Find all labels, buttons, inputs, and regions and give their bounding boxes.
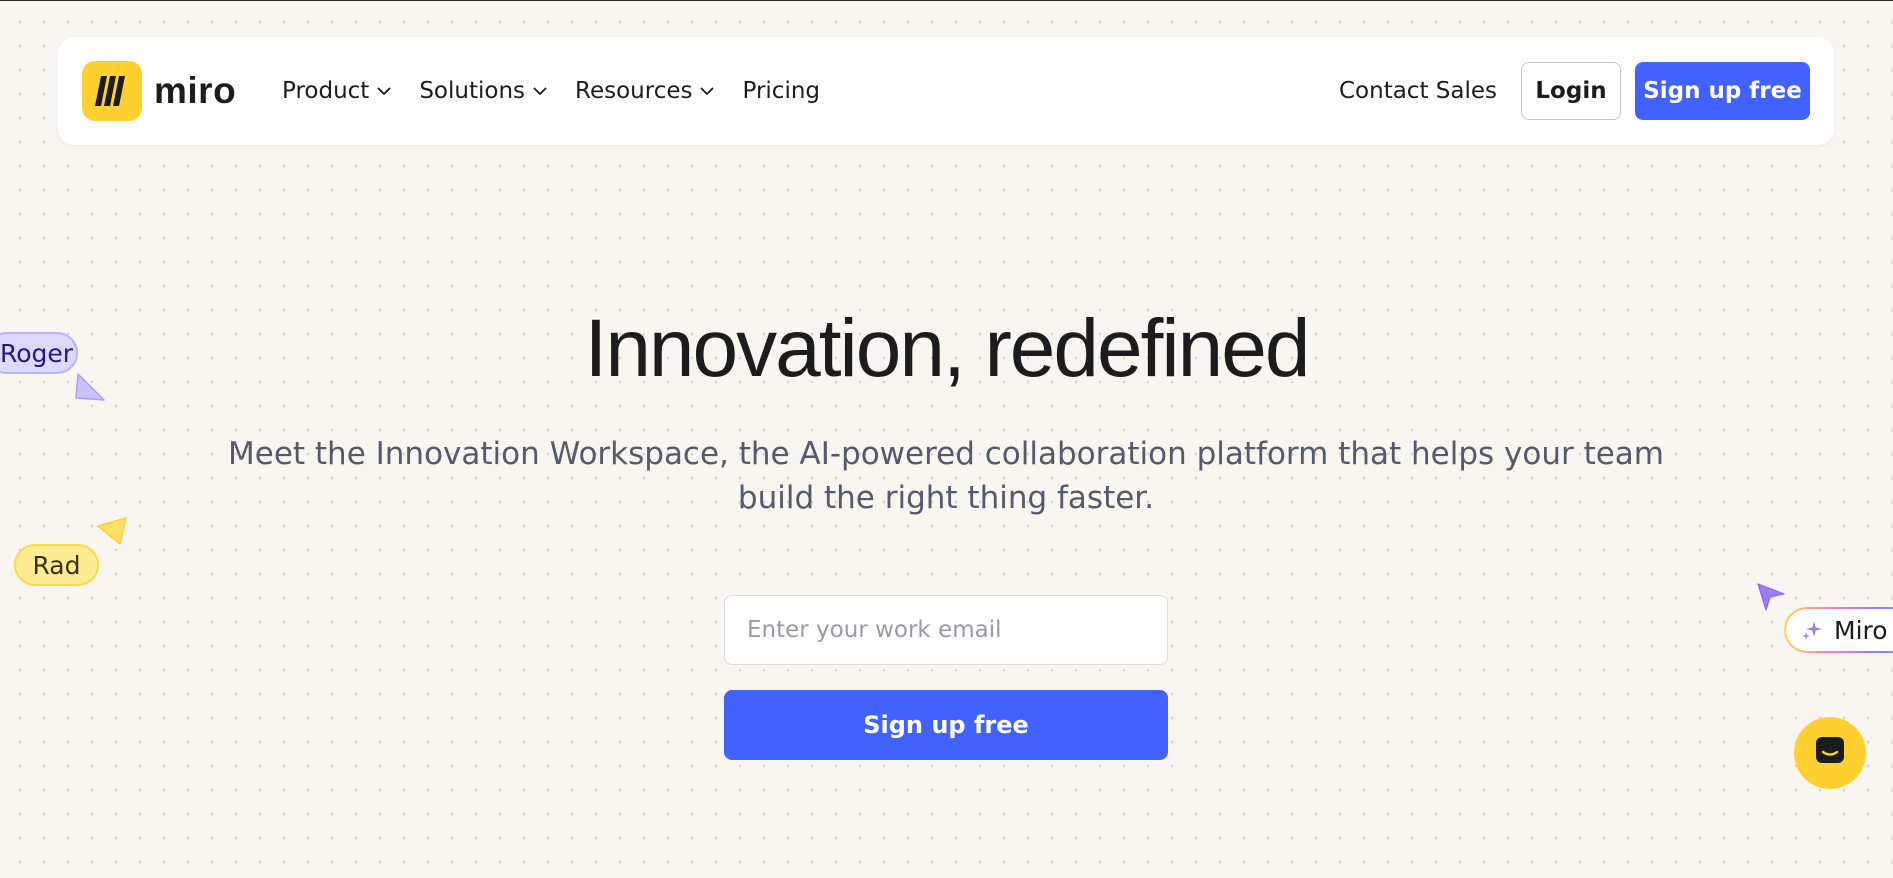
nav-product[interactable]: Product: [282, 78, 391, 104]
logo-link[interactable]: miro: [82, 61, 236, 121]
chat-launcher-button[interactable]: [1794, 717, 1866, 789]
sparkle-icon: [1800, 618, 1824, 642]
nav-pricing[interactable]: Pricing: [742, 78, 820, 104]
chat-icon: [1813, 734, 1847, 772]
hero-title: Innovation, redefined: [584, 303, 1311, 394]
cursor-arrow-icon: [97, 517, 127, 545]
top-border: [0, 0, 1893, 1]
hero-signup-button[interactable]: Sign up free: [724, 690, 1168, 760]
logo-text: miro: [154, 70, 237, 111]
cursor-arrow-icon: [1757, 583, 1785, 611]
hero-subtitle: Meet the Innovation Workspace, the AI-po…: [228, 436, 1664, 516]
miro-logo-icon: [82, 61, 142, 121]
cursor-tag-rad: Rad: [14, 544, 99, 586]
cursor-arrow-icon: [75, 373, 105, 401]
nav-resources-label: Resources: [575, 78, 693, 104]
main-nav: Product Solutions Resources Pricing: [282, 37, 848, 145]
chevron-down-icon: [377, 87, 391, 96]
nav-solutions-label: Solutions: [419, 78, 526, 104]
navbar: miro Product Solutions Resources Pricing…: [58, 37, 1834, 145]
header-signup-button[interactable]: Sign up free: [1635, 62, 1810, 120]
email-input[interactable]: [724, 595, 1168, 665]
cursor-tag-miro-ai: Miro: [1784, 607, 1893, 653]
nav-pricing-label: Pricing: [742, 78, 821, 104]
chevron-down-icon: [700, 87, 714, 96]
nav-solutions[interactable]: Solutions: [419, 78, 547, 104]
cursor-tag-roger: Roger: [0, 332, 78, 374]
nav-actions: Contact Sales Login Sign up free: [1339, 37, 1810, 145]
login-button[interactable]: Login: [1521, 62, 1621, 120]
contact-sales-link[interactable]: Contact Sales: [1339, 78, 1497, 104]
cursor-label-miro-ai: Miro: [1834, 615, 1888, 645]
cursor-label-rad: Rad: [32, 550, 81, 580]
nav-product-label: Product: [282, 78, 370, 104]
cursor-label-roger: Roger: [0, 338, 74, 368]
nav-resources[interactable]: Resources: [575, 78, 714, 104]
chevron-down-icon: [533, 87, 547, 96]
